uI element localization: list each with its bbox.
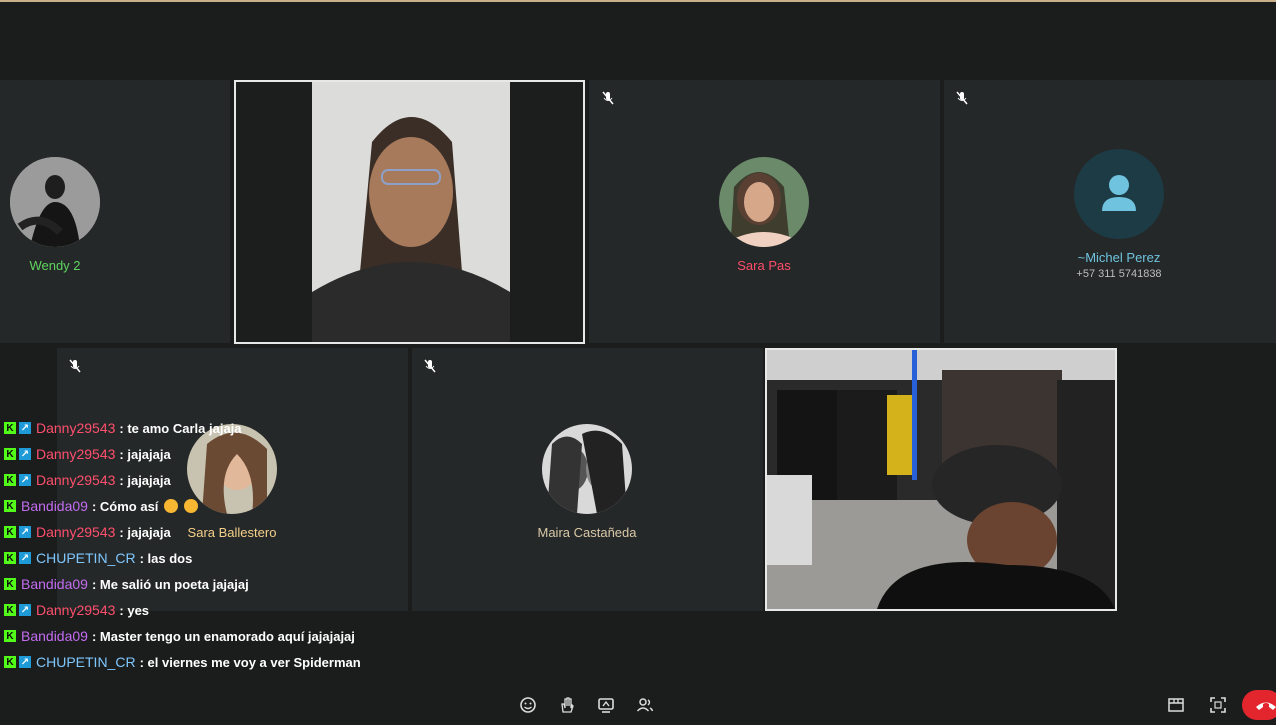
avatar-wendy [10, 157, 100, 247]
chat-message: K ↗ CHUPETIN_CR : las dos [4, 546, 192, 570]
participant-name: Wendy 2 [29, 258, 81, 273]
raise-hand-icon[interactable] [558, 696, 576, 714]
arrow-badge-icon: ↗ [19, 526, 31, 538]
arrow-badge-icon: ↗ [19, 474, 31, 486]
arrow-badge-icon: ↗ [19, 656, 31, 668]
chat-username[interactable]: Bandida09 [21, 576, 88, 592]
chat-username[interactable]: CHUPETIN_CR [36, 550, 136, 566]
kick-badge-icon: K [4, 474, 16, 486]
chat-message: K ↗ Danny29543 : yes [4, 598, 149, 622]
kick-badge-icon: K [4, 448, 16, 460]
chat-username[interactable]: CHUPETIN_CR [36, 654, 136, 670]
chat-text: : el viernes me voy a ver Spiderman [139, 654, 361, 670]
chat-username[interactable]: Danny29543 [36, 524, 115, 540]
muted-mic-icon [69, 359, 81, 373]
tile-wendy[interactable]: Wendy 2 [0, 80, 230, 343]
window-top-border [0, 0, 1276, 2]
kick-badge-icon: K [4, 422, 16, 434]
arrow-badge-icon: ↗ [19, 422, 31, 434]
kick-badge-icon: K [4, 656, 16, 668]
chat-username[interactable]: Bandida09 [21, 498, 88, 514]
chat-message: K ↗ Danny29543 : jajajaja [4, 468, 171, 492]
kick-badge-icon: K [4, 552, 16, 564]
chat-message: K Bandida09 : Master tengo un enamorado … [4, 624, 355, 648]
heart-eyes-emoji-icon [184, 499, 199, 513]
chat-text: : Master tengo un enamorado aquí jajajaj… [91, 628, 355, 644]
chat-username[interactable]: Danny29543 [36, 446, 115, 462]
avatar-maira [542, 424, 632, 514]
hangup-icon [1256, 702, 1276, 710]
chat-username[interactable]: Bandida09 [21, 628, 88, 644]
muted-mic-icon [424, 359, 436, 373]
arrow-badge-icon: ↗ [19, 552, 31, 564]
chat-username[interactable]: Danny29543 [36, 602, 115, 618]
fullscreen-icon[interactable] [1209, 696, 1227, 714]
chat-username[interactable]: Danny29543 [36, 472, 115, 488]
chat-text: : jajajaja [119, 472, 171, 488]
arrow-badge-icon: ↗ [19, 604, 31, 616]
kick-badge-icon: K [4, 630, 16, 642]
tile-maira[interactable]: Maira Castañeda [412, 348, 763, 611]
chat-message: K ↗ Danny29543 : jajajaja [4, 520, 171, 544]
tile-self-video[interactable] [765, 348, 1117, 611]
hangup-button[interactable] [1242, 690, 1276, 720]
participant-phone: +57 311 5741838 [1076, 268, 1162, 280]
chat-message: K Bandida09 : Me salió un poeta jajajaj [4, 572, 249, 596]
avatar-sara-pas [719, 157, 809, 247]
laughing-emoji-icon [164, 499, 179, 513]
chat-text: : jajajaja [119, 524, 171, 540]
chat-username[interactable]: Danny29543 [36, 420, 115, 436]
participant-name: Maira Castañeda [537, 525, 637, 540]
participant-name: Sara Pas [737, 258, 791, 273]
emoji-icon[interactable] [519, 696, 537, 714]
layout-icon[interactable] [1167, 696, 1185, 714]
kick-badge-icon: K [4, 578, 16, 590]
video-feed-speaker [312, 82, 510, 342]
kick-badge-icon: K [4, 526, 16, 538]
kick-badge-icon: K [4, 500, 16, 512]
person-icon [1102, 175, 1136, 211]
tile-active-speaker[interactable] [234, 80, 585, 344]
chat-message: K ↗ Danny29543 : jajajaja [4, 442, 171, 466]
chat-message: K ↗ Danny29543 : te amo Carla jajaja [4, 416, 242, 440]
default-avatar [1074, 149, 1164, 239]
chat-message: K ↗ CHUPETIN_CR : el viernes me voy a ve… [4, 650, 361, 674]
chat-message: K Bandida09 : Cómo así [4, 494, 199, 518]
chat-text: : jajajaja [119, 446, 171, 462]
arrow-badge-icon: ↗ [19, 448, 31, 460]
chat-text: : las dos [139, 550, 193, 566]
video-feed-self [767, 350, 1115, 609]
muted-mic-icon [956, 91, 968, 105]
chat-text: : Me salió un poeta jajajaj [91, 576, 249, 592]
participants-icon[interactable] [636, 696, 654, 714]
muted-mic-icon [602, 91, 614, 105]
tile-sara-pas[interactable]: Sara Pas [589, 80, 940, 343]
tile-michel[interactable]: ~Michel Perez +57 311 5741838 [944, 80, 1276, 343]
participant-name: ~Michel Perez [1077, 250, 1161, 265]
share-screen-icon[interactable] [597, 696, 615, 714]
chat-text: : Cómo así [91, 498, 159, 514]
chat-text: : yes [119, 602, 150, 618]
kick-badge-icon: K [4, 604, 16, 616]
chat-text: : te amo Carla jajaja [119, 420, 242, 436]
